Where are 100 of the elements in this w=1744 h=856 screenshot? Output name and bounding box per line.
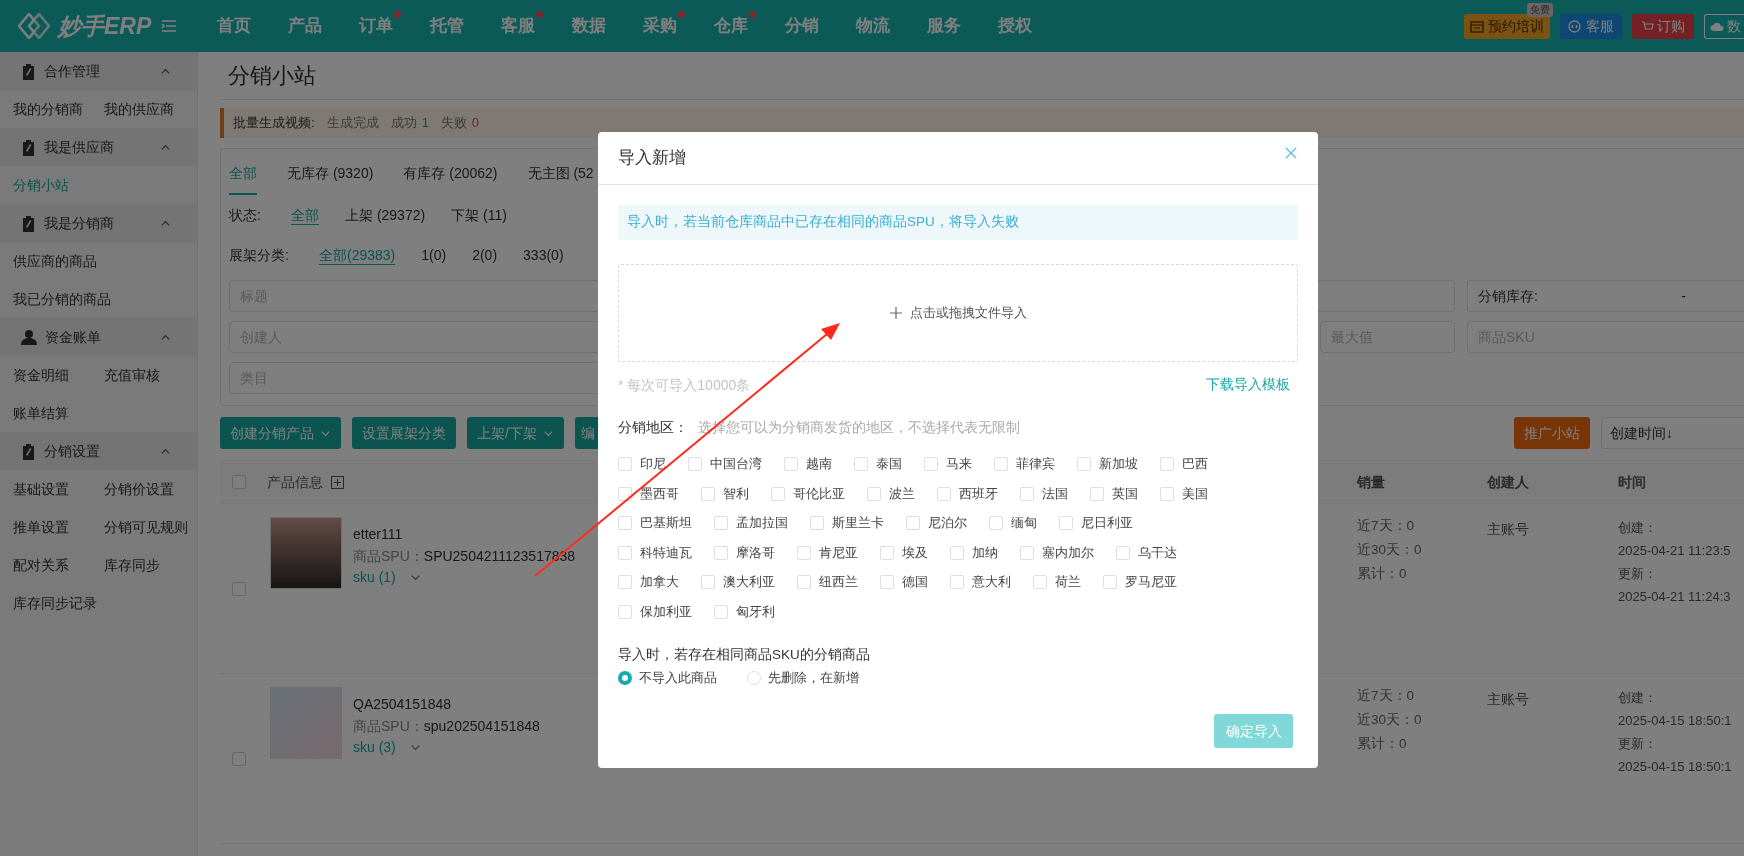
filter-tab[interactable]: 有库存 (20062) — [403, 163, 498, 195]
filter-option[interactable]: 下架 (11) — [451, 204, 507, 226]
checkbox[interactable] — [867, 486, 881, 501]
checkbox[interactable] — [1020, 486, 1034, 501]
menu-icon[interactable] — [161, 19, 178, 33]
checkbox[interactable] — [618, 457, 632, 471]
checkbox[interactable] — [701, 575, 715, 589]
sidebar-item[interactable]: 账单结算 — [13, 402, 69, 424]
checkbox[interactable] — [1160, 486, 1174, 501]
checkbox[interactable] — [1090, 486, 1104, 501]
nav-link[interactable]: 首页 — [217, 16, 251, 36]
nav-link[interactable]: 授权 — [998, 16, 1032, 36]
checkbox[interactable] — [714, 545, 728, 560]
sidebar-item[interactable]: 库存同步记录 — [13, 592, 97, 614]
filter-tab[interactable]: 无库存 (9320) — [287, 163, 374, 195]
checkbox[interactable] — [714, 604, 728, 619]
sidebar-item[interactable]: 我的分销商 — [13, 98, 83, 120]
checkbox[interactable] — [618, 545, 632, 560]
range-field[interactable]: 分销库存: - — [1467, 280, 1744, 312]
nav-link[interactable]: 订单 — [359, 16, 393, 36]
cloud-button[interactable]: 数 — [1704, 13, 1744, 39]
checkbox[interactable] — [784, 457, 798, 471]
checkbox[interactable] — [714, 516, 728, 530]
checkbox[interactable] — [1077, 457, 1091, 471]
sidebar-item[interactable]: 配对关系 — [13, 554, 69, 576]
nav-link[interactable]: 产品 — [288, 16, 322, 36]
checkbox[interactable] — [950, 575, 964, 589]
download-template-link[interactable]: 下载导入模板 — [1206, 374, 1290, 396]
checkbox[interactable] — [1116, 545, 1130, 560]
checkbox[interactable] — [797, 545, 811, 560]
filter-option[interactable]: 全部(29383) — [319, 244, 396, 266]
sidebar-item[interactable]: 分销小站 — [13, 174, 69, 196]
user-icon — [21, 329, 37, 345]
region-label: 法国 — [1042, 484, 1068, 503]
checkbox[interactable] — [854, 457, 868, 471]
checkbox[interactable] — [880, 575, 894, 589]
sidebar-item[interactable]: 库存同步 — [104, 554, 160, 576]
sidebar-item[interactable]: 我的供应商 — [104, 98, 174, 120]
expand-icon[interactable] — [331, 475, 344, 489]
checkbox[interactable] — [924, 457, 938, 471]
sidebar-item[interactable]: 分销可见规则 — [104, 516, 188, 538]
filter-option[interactable]: 333(0) — [523, 244, 564, 266]
filter-option[interactable]: 1(0) — [421, 244, 447, 266]
toolbar-button[interactable]: 设置展架分类 — [352, 417, 456, 449]
nav-link[interactable]: 物流 — [856, 16, 890, 36]
radio-button[interactable] — [618, 670, 632, 685]
sidebar-group-header[interactable]: 资金账单 — [0, 318, 197, 356]
sidebar-group-header[interactable]: 我是分销商 — [0, 204, 197, 242]
checkbox[interactable] — [1059, 516, 1073, 530]
checkbox[interactable] — [771, 486, 785, 501]
checkbox[interactable] — [880, 545, 894, 560]
filter-option[interactable]: 全部 — [291, 204, 319, 226]
nav-link[interactable]: 数据 — [572, 16, 606, 36]
sidebar-group-header[interactable]: 合作管理 — [0, 52, 197, 90]
sidebar-item[interactable]: 分销价设置 — [104, 478, 174, 500]
sidebar-item[interactable]: 供应商的商品 — [13, 250, 97, 272]
nav-link[interactable]: 服务 — [927, 16, 961, 36]
filter-tab[interactable]: 全部 — [229, 163, 257, 195]
checkbox[interactable] — [994, 457, 1008, 471]
checkbox[interactable] — [797, 575, 811, 589]
training-button[interactable]: 预约培训 — [1464, 13, 1550, 39]
nav-link[interactable]: 客服 — [501, 16, 535, 36]
checkbox[interactable] — [618, 486, 632, 501]
checkbox[interactable] — [1103, 575, 1117, 589]
filter-option[interactable]: 2(0) — [472, 244, 498, 266]
sidebar-item[interactable]: 基础设置 — [13, 478, 69, 500]
sku-link[interactable]: sku (3) — [353, 737, 396, 757]
nav-link[interactable]: 分销 — [785, 16, 819, 36]
checkbox[interactable] — [950, 545, 964, 560]
nav-link[interactable]: 采购 — [643, 16, 677, 36]
sku-link[interactable]: sku (1) — [353, 567, 396, 587]
checkbox[interactable] — [937, 486, 951, 501]
checkbox[interactable] — [1160, 457, 1174, 471]
checkbox[interactable] — [688, 457, 702, 471]
checkbox[interactable] — [701, 486, 715, 501]
service-button[interactable]: 客服 — [1560, 13, 1622, 39]
checkbox[interactable] — [810, 516, 824, 530]
sidebar-item[interactable]: 推单设置 — [13, 516, 69, 538]
checkbox[interactable] — [1033, 575, 1047, 589]
filter-option[interactable]: 上架 (29372) — [345, 204, 426, 226]
sidebar-item[interactable]: 我已分销的商品 — [13, 288, 111, 310]
sidebar-item[interactable]: 资金明细 — [13, 364, 69, 386]
nav-link[interactable]: 托管 — [430, 16, 464, 36]
toolbar-button[interactable]: 创建分销产品 — [220, 417, 341, 449]
filter-tab[interactable]: 无主图 (52 — [527, 163, 594, 195]
close-button[interactable] — [1284, 146, 1298, 160]
checkbox[interactable] — [989, 516, 1003, 530]
checkbox[interactable] — [906, 516, 920, 530]
checkbox[interactable] — [618, 575, 632, 589]
sidebar-item[interactable]: 充值审核 — [104, 364, 160, 386]
checkbox[interactable] — [618, 604, 632, 619]
toolbar-button[interactable]: 上架/下架 — [467, 417, 564, 449]
sort-select[interactable]: 创建时间↓ — [1601, 417, 1744, 449]
order-button[interactable]: 订购 — [1632, 13, 1694, 39]
promote-button[interactable]: 推广小站 — [1514, 417, 1590, 449]
checkbox[interactable] — [618, 516, 632, 530]
checkbox[interactable] — [1020, 545, 1034, 560]
nav-link[interactable]: 仓库 — [714, 16, 748, 36]
sidebar-group-header[interactable]: 分销设置 — [0, 432, 197, 470]
sidebar-group-header[interactable]: 我是供应商 — [0, 128, 197, 166]
